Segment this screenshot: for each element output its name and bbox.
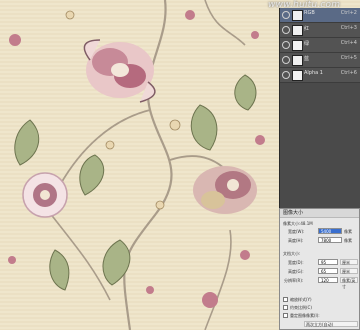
height-label: 高度(H): <box>288 238 304 243</box>
document-size-label: 文档大小: <box>283 251 301 256</box>
doc-height-unit-select[interactable]: 厘米 <box>340 268 358 274</box>
visibility-eye-icon[interactable] <box>282 56 290 64</box>
pixel-height-input[interactable]: 7800 <box>318 237 342 243</box>
constrain-proportions-label: 约束比例(C) <box>290 305 312 310</box>
channel-row-alpha[interactable]: Alpha 1 Ctrl+6 <box>280 68 360 83</box>
visibility-eye-icon[interactable] <box>282 11 290 19</box>
channel-thumbnail <box>292 10 303 21</box>
height-unit: 像素 <box>344 238 352 243</box>
doc-width-label: 宽度(D): <box>288 260 304 265</box>
channel-thumbnail <box>292 25 303 36</box>
resolution-label: 分辨率(R): <box>284 278 304 283</box>
pixel-width-input[interactable]: 5400 <box>318 228 342 234</box>
channel-row-rgb[interactable]: RGB Ctrl+2 <box>280 8 360 23</box>
resolution-input[interactable]: 120 <box>318 277 338 283</box>
channel-row-red[interactable]: 红 Ctrl+3 <box>280 23 360 38</box>
width-unit: 像素 <box>344 229 352 234</box>
doc-height-input[interactable]: 65 <box>318 268 338 274</box>
channel-thumbnail <box>292 40 303 51</box>
resample-method-select[interactable]: 两次立方(自动) <box>304 321 358 327</box>
doc-width-input[interactable]: 95 <box>318 259 338 265</box>
image-size-dialog: 图像大小 像素大小:48.1M 宽度(W): 5400 像素 高度(H): 78… <box>279 208 360 330</box>
channel-shortcut: Ctrl+4 <box>340 40 357 46</box>
width-label: 宽度(W): <box>288 229 305 234</box>
channel-shortcut: Ctrl+5 <box>340 55 357 61</box>
visibility-eye-icon[interactable] <box>282 71 290 79</box>
channel-thumbnail <box>292 70 303 81</box>
channel-shortcut: Ctrl+2 <box>340 10 357 16</box>
resample-checkbox[interactable] <box>283 313 288 318</box>
channel-label: Alpha 1 <box>304 70 323 76</box>
channel-label: RGB <box>304 10 315 16</box>
dialog-title: 图像大小 <box>280 209 359 218</box>
constrain-proportions-checkbox[interactable] <box>283 305 288 310</box>
channel-shortcut: Ctrl+3 <box>340 25 357 31</box>
channel-row-green[interactable]: 绿 Ctrl+4 <box>280 38 360 53</box>
channels-panel: RGB Ctrl+2 红 Ctrl+3 绿 Ctrl+4 蓝 Ctrl+5 Al… <box>279 8 360 208</box>
resolution-unit-select[interactable]: 像素/英寸 <box>340 277 358 289</box>
doc-width-unit-select[interactable]: 厘米 <box>340 259 358 265</box>
channel-label: 蓝 <box>304 56 310 62</box>
channel-label: 红 <box>304 26 310 32</box>
visibility-eye-icon[interactable] <box>282 26 290 34</box>
channel-row-blue[interactable]: 蓝 Ctrl+5 <box>280 53 360 68</box>
scale-styles-label: 缩放样式(Y) <box>290 297 312 302</box>
resample-label: 重定图像像素(I): <box>290 313 320 318</box>
scale-styles-checkbox[interactable] <box>283 297 288 302</box>
pixel-size-label: 像素大小:48.1M <box>283 221 313 226</box>
channel-shortcut: Ctrl+6 <box>340 70 357 76</box>
channel-label: 绿 <box>304 41 310 47</box>
channel-thumbnail <box>292 55 303 66</box>
visibility-eye-icon[interactable] <box>282 41 290 49</box>
doc-height-label: 高度(G): <box>288 269 304 274</box>
